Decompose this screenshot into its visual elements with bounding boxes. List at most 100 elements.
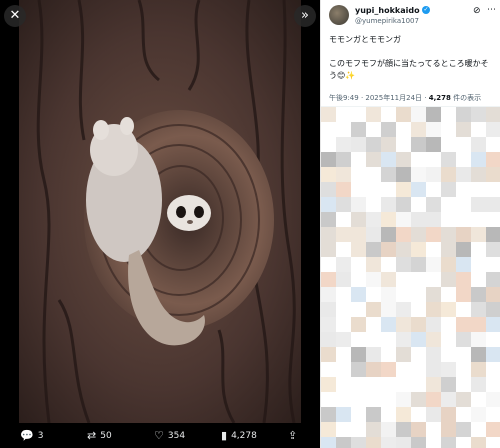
mosaic-tile xyxy=(381,407,396,422)
mosaic-tile xyxy=(411,182,426,197)
mosaic-tile xyxy=(426,197,441,212)
close-icon[interactable]: ✕ xyxy=(4,5,26,27)
like-button[interactable]: ♡ 354 xyxy=(154,429,185,442)
share-button[interactable]: ⇪ xyxy=(288,429,301,442)
mosaic-tile xyxy=(471,407,486,422)
mosaic-tile xyxy=(471,107,486,122)
mosaic-tile xyxy=(441,242,456,257)
tweet-view-label: 件の表示 xyxy=(450,94,482,102)
expand-icon[interactable]: » xyxy=(294,5,316,27)
mosaic-tile xyxy=(381,332,396,347)
mosaic-tile xyxy=(336,137,351,152)
tweet-meta: 午後9:49 · 2025年11月24日 · 4,278 件の表示 xyxy=(329,93,481,103)
retweet-button[interactable]: ⇄ 50 xyxy=(87,429,112,442)
mosaic-tile xyxy=(411,137,426,152)
mosaic-tile xyxy=(456,362,471,377)
mosaic-tile xyxy=(486,287,500,302)
mosaic-tile xyxy=(321,107,336,122)
mosaic-tile xyxy=(441,197,456,212)
mosaic-tile xyxy=(351,152,366,167)
display-name[interactable]: yupi_hokkaido xyxy=(355,6,420,15)
mosaic-tile xyxy=(486,257,500,272)
mosaic-tile xyxy=(411,257,426,272)
mosaic-tile xyxy=(336,332,351,347)
mosaic-tile xyxy=(381,317,396,332)
mosaic-tile xyxy=(456,332,471,347)
mosaic-tile xyxy=(336,197,351,212)
mosaic-tile xyxy=(471,137,486,152)
mosaic-tile xyxy=(351,377,366,392)
mosaic-tile xyxy=(411,407,426,422)
mosaic-tile xyxy=(396,272,411,287)
more-icon[interactable]: ⋯ xyxy=(487,5,496,15)
mosaic-tile xyxy=(426,122,441,137)
mosaic-tile xyxy=(441,152,456,167)
mosaic-tile xyxy=(366,317,381,332)
mosaic-tile xyxy=(486,332,500,347)
mosaic-tile xyxy=(321,407,336,422)
mosaic-tile xyxy=(411,347,426,362)
retweet-count: 50 xyxy=(100,430,112,441)
mosaic-tile xyxy=(381,182,396,197)
mosaic-tile xyxy=(426,152,441,167)
tweet-text: モモンガとモモンガ このモフモフが顔に当たってるところ暖かそう😊✨ xyxy=(329,34,495,94)
mosaic-tile xyxy=(441,362,456,377)
mosaic-tile xyxy=(336,377,351,392)
tweet-view-number: 4,278 xyxy=(428,94,451,102)
mosaic-tile xyxy=(426,332,441,347)
like-count: 354 xyxy=(167,430,186,441)
mosaic-tile xyxy=(441,212,456,227)
mosaic-tile xyxy=(426,242,441,257)
bar-chart-icon: ▮ xyxy=(221,429,228,442)
mosaic-tile xyxy=(381,107,396,122)
tweet-header: yupi_hokkaido ✓ @yumepirika1007 ⊘ ⋯ xyxy=(329,5,496,31)
mosaic-tile xyxy=(486,182,500,197)
mosaic-tile xyxy=(456,302,471,317)
mosaic-tile xyxy=(486,347,500,362)
mosaic-tile xyxy=(336,422,351,437)
mosaic-tile xyxy=(336,407,351,422)
mosaic-tile xyxy=(441,257,456,272)
reply-button[interactable]: 💬 3 xyxy=(20,429,43,442)
mosaic-tile xyxy=(351,362,366,377)
avatar[interactable] xyxy=(329,5,349,25)
tweet-line-2: このモフモフが顔に当たってるところ暖かそう😊✨ xyxy=(329,59,489,80)
mosaic-tile xyxy=(486,167,500,182)
mosaic-tile xyxy=(456,152,471,167)
flying-squirrel-image xyxy=(19,0,301,423)
mosaic-tile xyxy=(366,137,381,152)
mosaic-tile xyxy=(426,212,441,227)
mosaic-tile xyxy=(336,392,351,407)
mosaic-tile xyxy=(471,332,486,347)
mosaic-tile xyxy=(381,347,396,362)
grok-icon[interactable]: ⊘ xyxy=(473,6,481,16)
mosaic-tile xyxy=(321,212,336,227)
mosaic-tile xyxy=(366,122,381,137)
mosaic-tile xyxy=(426,407,441,422)
mosaic-tile xyxy=(471,227,486,242)
mosaic-tile xyxy=(351,302,366,317)
tweet-photo[interactable] xyxy=(19,0,301,423)
mosaic-tile xyxy=(411,332,426,347)
views-button[interactable]: ▮ 4,278 xyxy=(221,429,257,442)
mosaic-tile xyxy=(351,422,366,437)
mosaic-tile xyxy=(381,257,396,272)
mosaic-tile xyxy=(441,122,456,137)
mosaic-tile xyxy=(336,242,351,257)
mosaic-tile xyxy=(381,167,396,182)
tweet-time[interactable]: 午後9:49 · 2025年11月24日 · xyxy=(329,94,429,102)
mosaic-tile xyxy=(396,377,411,392)
mosaic-tile xyxy=(471,242,486,257)
mosaic-tile xyxy=(471,392,486,407)
mosaic-tile xyxy=(366,287,381,302)
mosaic-tile xyxy=(366,422,381,437)
mosaic-tile xyxy=(486,197,500,212)
mosaic-tile xyxy=(351,137,366,152)
mosaic-tile xyxy=(471,182,486,197)
mosaic-tile xyxy=(486,377,500,392)
mosaic-tile xyxy=(396,122,411,137)
user-handle[interactable]: @yumepirika1007 xyxy=(355,17,419,25)
mosaic-tile xyxy=(381,362,396,377)
mosaic-tile xyxy=(396,362,411,377)
mosaic-tile xyxy=(441,392,456,407)
